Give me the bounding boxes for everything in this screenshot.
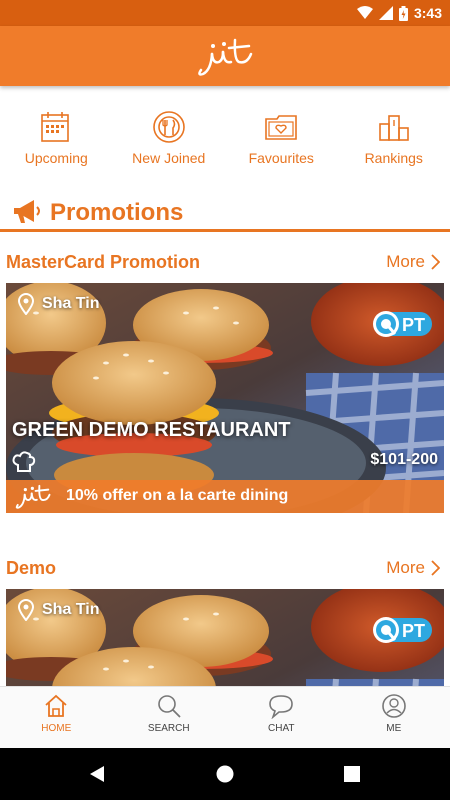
location-pin-icon [18, 293, 34, 315]
recents-icon[interactable] [344, 766, 360, 782]
opt-badge-icon: PT [373, 617, 432, 643]
bottom-nav: HOME SEARCH CHAT ME [0, 686, 450, 748]
calendar-icon [41, 112, 70, 142]
quick-nav-label: Favourites [248, 150, 314, 166]
plate-cutlery-icon [152, 111, 185, 143]
nav-search[interactable]: SEARCH [113, 687, 226, 748]
chevron-right-icon [431, 254, 440, 270]
nav-label: SEARCH [147, 723, 190, 734]
app-bar [0, 26, 450, 86]
nav-home[interactable]: HOME [0, 687, 113, 748]
section-header-mastercard: MasterCard Promotion More [0, 250, 450, 276]
jit-logo [15, 484, 51, 509]
opt-badge-icon: PT [373, 311, 432, 337]
offer-text: 10% offer on a la carte dining [66, 487, 289, 504]
heart-folder-icon [265, 115, 298, 140]
megaphone-icon [14, 200, 40, 223]
opt-badge-text: PT [402, 621, 425, 641]
home-icon [45, 694, 67, 717]
price-range: $101-200 [370, 451, 438, 469]
search-icon [157, 695, 181, 718]
quick-nav-label: Rankings [364, 150, 423, 166]
home-circle-icon[interactable] [216, 765, 234, 783]
location-tag: Sha Tin [18, 293, 100, 315]
nav-label: CHAT [268, 723, 295, 734]
jit-logo [198, 38, 253, 76]
quick-nav-rankings[interactable]: Rankings [338, 100, 450, 175]
quick-nav-label: New Joined [132, 150, 206, 166]
offer-bar: 10% offer on a la carte dining [6, 480, 444, 513]
section-title-promotions: Promotions [50, 199, 184, 226]
podium-icon [378, 115, 409, 141]
back-icon[interactable] [88, 765, 106, 783]
clock: 3:43 [413, 5, 442, 21]
restaurant-name: GREEN DEMO RESTAURANT [12, 419, 291, 441]
signal-icon [378, 6, 393, 20]
nav-chat[interactable]: CHAT [225, 687, 338, 748]
section-title: Demo [6, 558, 57, 578]
quick-nav: Upcoming New Joined Favourites Rankings [0, 100, 450, 175]
more-label: More [386, 558, 425, 577]
location-pin-icon [18, 599, 34, 621]
battery-icon [398, 5, 408, 21]
chevron-right-icon [431, 560, 440, 576]
promotion-card[interactable]: Sha Tin PT GREEN DEMO RESTAURANT $101-20… [6, 283, 444, 513]
location-name: Sha Tin [42, 601, 100, 618]
status-icons: 3:43 [356, 3, 442, 23]
more-link[interactable]: More [386, 558, 440, 578]
more-label: More [386, 252, 425, 271]
quick-nav-label: Upcoming [24, 150, 88, 166]
user-icon [381, 694, 406, 718]
location-tag: Sha Tin [18, 599, 100, 621]
nav-label: ME [386, 723, 402, 734]
promotions-header: Promotions [0, 195, 450, 235]
system-navigation-bar [0, 748, 450, 800]
more-link[interactable]: More [386, 252, 440, 272]
price-value: $101-200 [370, 451, 438, 468]
wifi-icon [356, 6, 373, 19]
status-bar: 3:43 [0, 0, 450, 26]
promotions-divider [0, 229, 450, 232]
section-title: MasterCard Promotion [6, 252, 201, 272]
location-name: Sha Tin [42, 295, 100, 312]
quick-nav-upcoming[interactable]: Upcoming [0, 100, 113, 175]
chef-hat-icon [12, 451, 36, 472]
opt-badge-text: PT [402, 315, 425, 335]
quick-nav-new-joined[interactable]: New Joined [113, 100, 226, 175]
nav-label: HOME [41, 723, 72, 734]
section-header-demo: Demo More [0, 556, 450, 582]
nav-me[interactable]: ME [338, 687, 450, 748]
quick-nav-favourites[interactable]: Favourites [225, 100, 338, 175]
chat-bubble-icon [269, 695, 294, 719]
promotion-card[interactable]: Sha Tin PT [6, 589, 444, 686]
